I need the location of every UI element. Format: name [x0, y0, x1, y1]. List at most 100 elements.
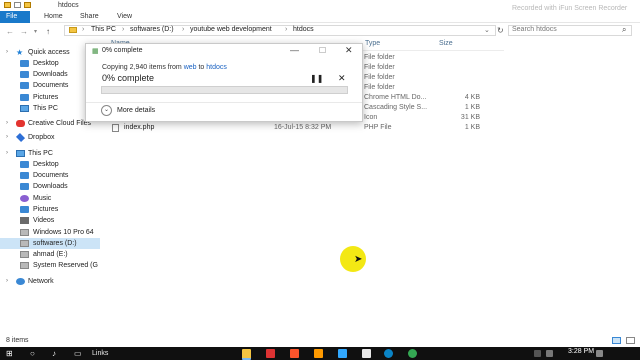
tab-view[interactable]: View [117, 13, 132, 20]
nav-item-label: Videos [33, 217, 55, 224]
nav-item-label: This PC [33, 105, 58, 112]
to-word: to [196, 64, 207, 71]
nav-item-label: Pictures [33, 206, 59, 213]
notifications-icon[interactable] [596, 350, 603, 357]
search-icon[interactable]: ⌕ [622, 25, 626, 35]
file-explorer-icon[interactable] [242, 349, 251, 360]
percent-complete: 0% complete [102, 73, 155, 83]
nav-item-label: Music [33, 195, 52, 202]
drive-icon [20, 240, 29, 247]
pause-button[interactable]: ❚❚ [310, 74, 323, 83]
folder-icon[interactable] [4, 2, 11, 8]
nav-item[interactable]: System Reserved (G [0, 260, 100, 271]
creative-cloud-icon [16, 120, 25, 127]
window-title: htdocs [58, 2, 79, 9]
column-header-type[interactable]: Type [365, 40, 380, 47]
illustrator-icon[interactable] [314, 349, 323, 358]
tab-home[interactable]: Home [44, 13, 63, 20]
quick-access-toolbar [4, 2, 31, 8]
computer-icon [16, 150, 25, 157]
chevron-right-icon[interactable]: › [6, 276, 8, 287]
nav-item[interactable]: Documents [0, 170, 100, 181]
network-icon [16, 278, 25, 285]
file-type: PHP File [364, 124, 392, 131]
nav-item[interactable]: Music [0, 193, 100, 204]
volume-icon[interactable] [546, 350, 553, 357]
dropbox-icon [15, 132, 26, 143]
php-file-icon [112, 124, 119, 132]
chevron-down-icon[interactable]: ⌄ [101, 105, 112, 116]
windows-start-icon[interactable]: ⊞ [6, 347, 13, 360]
star-icon: ★ [16, 48, 24, 57]
close-button[interactable]: ✕ [345, 45, 353, 56]
microphone-icon[interactable]: ♪ [52, 347, 56, 360]
nav-item[interactable]: Downloads [0, 181, 100, 192]
media-player-icon[interactable] [362, 349, 371, 358]
destination-link[interactable]: htdocs [206, 64, 227, 71]
music-icon [20, 195, 29, 202]
new-folder-icon[interactable] [24, 2, 31, 8]
search-icon[interactable]: ○ [30, 347, 35, 360]
search-placeholder: Search htdocs [512, 26, 557, 33]
properties-icon[interactable] [14, 2, 21, 8]
chevron-right-icon[interactable]: › [6, 132, 8, 143]
refresh-icon[interactable]: ↻ [497, 26, 504, 35]
chrome-icon[interactable] [408, 349, 417, 358]
nav-item[interactable]: › Dropbox [0, 132, 100, 143]
breadcrumb-softwares[interactable]: softwares (D:) [130, 26, 174, 33]
large-icons-view-icon[interactable] [626, 337, 635, 344]
brave-browser-icon[interactable] [290, 349, 299, 358]
desktop-icon [20, 161, 29, 168]
chevron-right-icon[interactable]: › [6, 47, 8, 58]
nav-item-label: Windows 10 Pro 64 [33, 229, 94, 236]
more-details-button[interactable]: More details [117, 107, 155, 114]
nav-item[interactable]: Pictures [0, 204, 100, 215]
nav-item[interactable]: Desktop [0, 159, 100, 170]
dialog-divider [86, 102, 362, 103]
minimize-button[interactable]: — [290, 45, 299, 55]
edge-icon[interactable] [384, 349, 393, 358]
column-header-size[interactable]: Size [439, 40, 453, 47]
tab-share[interactable]: Share [80, 13, 99, 20]
nav-item[interactable]: ahmad (E:) [0, 249, 100, 260]
cancel-button[interactable]: ✕ [338, 73, 346, 84]
system-tray-icon[interactable] [534, 350, 541, 357]
downloads-icon [20, 71, 29, 78]
tab-file[interactable]: File [0, 11, 30, 23]
drive-icon [20, 229, 29, 236]
chevron-right-icon: › [182, 26, 185, 33]
breadcrumb-htdocs[interactable]: htdocs [293, 26, 314, 33]
copying-prefix: Copying 2,940 items from [102, 64, 184, 71]
chevron-down-icon[interactable]: ⌄ [484, 26, 490, 34]
links-toolbar[interactable]: Links [92, 347, 108, 360]
address-bar[interactable] [64, 25, 496, 36]
details-view-icon[interactable] [612, 337, 621, 344]
forward-arrow-icon[interactable]: → [20, 27, 28, 36]
back-arrow-icon[interactable]: ← [6, 27, 14, 36]
recent-locations-icon[interactable]: ▾ [34, 28, 37, 35]
nav-item-label: Documents [33, 82, 69, 89]
chevron-right-icon[interactable]: › [6, 148, 8, 159]
videos-icon [20, 217, 29, 224]
nav-item[interactable]: › Network [0, 276, 100, 287]
taskbar-clock[interactable]: 3:28 PM [568, 348, 594, 355]
documents-icon [20, 82, 29, 89]
nav-item-label: Desktop [33, 60, 59, 67]
nav-item-label: softwares (D:) [33, 240, 77, 247]
file-row[interactable]: index.php 16-Jul-15 8:32 PM PHP File 1 KB [104, 122, 504, 133]
photoshop-icon[interactable] [338, 349, 347, 358]
file-date: 16-Jul-15 8:32 PM [274, 124, 332, 131]
breadcrumb-youtube-web-development[interactable]: youtube web development [190, 26, 272, 33]
nav-item[interactable]: Windows 10 Pro 64 [0, 227, 100, 238]
chevron-right-icon: › [285, 26, 288, 33]
screen-recorder-icon[interactable] [266, 349, 275, 358]
nav-item[interactable]: softwares (D:) [0, 238, 100, 249]
nav-item[interactable]: Videos [0, 215, 100, 226]
nav-item[interactable]: › This PC [0, 148, 100, 159]
chevron-right-icon[interactable]: › [6, 118, 8, 129]
up-arrow-icon[interactable]: ↑ [46, 27, 50, 36]
source-link[interactable]: web [184, 64, 197, 71]
nav-item-label: System Reserved (G [33, 262, 98, 269]
task-view-icon[interactable]: ▭ [74, 347, 82, 360]
breadcrumb-this-pc[interactable]: This PC [91, 26, 116, 33]
